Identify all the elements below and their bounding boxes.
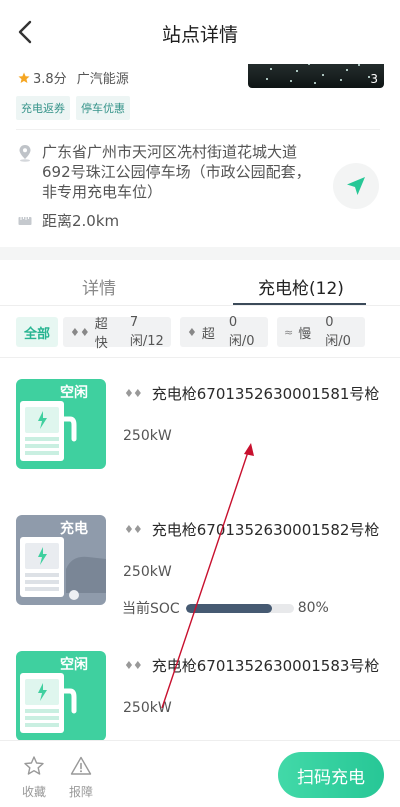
divider [0, 357, 400, 358]
soc-label: 当前SOC [122, 601, 180, 617]
navigate-button[interactable] [333, 163, 379, 209]
location-pin-icon [19, 145, 31, 162]
tab-bar: 详情 充电枪(12) [0, 260, 400, 306]
slow-icon: ≈ [284, 325, 294, 339]
ruler-icon [18, 216, 32, 225]
star-outline-icon [24, 756, 44, 775]
filter-super[interactable]: ♦ 超 0闲/0 [180, 315, 268, 349]
filter-slow-count: 0闲/0 [325, 315, 351, 349]
gun-status: 充电 [60, 520, 88, 537]
navigate-arrow-icon [347, 177, 365, 195]
filter-row: 全部 ♦♦ 超快 7闲/12 ♦ 超 0闲/0 ≈ 慢 0闲/0 [16, 315, 365, 351]
divider [16, 129, 380, 130]
soc-progress-bar [185, 603, 294, 613]
favorite-button[interactable]: 收藏 [14, 755, 54, 800]
gun-card[interactable]: 充电 ♦♦ 充电枪6701352630001582号枪 250kW 当前SOC … [0, 515, 400, 635]
favorite-label: 收藏 [21, 785, 46, 799]
filter-super-label: 超 [201, 326, 215, 342]
gun-status: 空闲 [60, 384, 88, 401]
charger-charging-icon: 充电 [16, 515, 106, 605]
warning-icon [70, 756, 92, 775]
filter-all[interactable]: 全部 [16, 317, 58, 347]
tag-coupon: 充电返券 [16, 96, 70, 120]
report-label: 报障 [68, 785, 93, 799]
gun-power: 250kW [123, 564, 172, 580]
soc-progress-fill [185, 603, 273, 613]
ultra-fast-icon: ♦♦ [124, 659, 143, 672]
address-row: 广东省广州市天河区冼村街道花城大道692号珠江公园停车场（市政公园配套，非专用充… [18, 142, 318, 202]
star-icon [18, 72, 30, 83]
soc-row: 当前SOC 80% [122, 598, 329, 618]
filter-ultra-fast-count: 7闲/12 [129, 315, 164, 349]
rating-row: 3.8分 广汽能源 [18, 68, 129, 87]
tab-charging-guns[interactable]: 充电枪(12) [258, 274, 344, 299]
ultra-fast-icon: ♦♦ [124, 523, 143, 536]
filter-ultra-fast[interactable]: ♦♦ 超快 7闲/12 [63, 315, 171, 351]
gun-name-row: ♦♦ 充电枪6701352630001583号枪 [124, 655, 379, 676]
charger-idle-icon: 空闲 [16, 651, 106, 741]
brand-name: 广汽能源 [76, 72, 129, 87]
gun-power: 250kW [123, 700, 172, 716]
gun-name-row: ♦♦ 充电枪6701352630001581号枪 [124, 383, 379, 404]
distance-row: 距离2.0km [18, 210, 119, 231]
gun-name: 充电枪6701352630001581号枪 [151, 385, 380, 403]
gun-status: 空闲 [60, 656, 88, 673]
rating-value: 3.8分 [33, 72, 67, 87]
tag-list: 充电返券 停车优惠 [16, 96, 130, 120]
soc-value: 80% [297, 600, 329, 616]
filter-ultra-fast-label: 超快 [94, 317, 108, 351]
header: 站点详情 [0, 0, 400, 64]
bottom-bar: 收藏 报障 扫码充电 [0, 740, 400, 807]
distance-text: 距离2.0km [42, 212, 120, 230]
scan-to-charge-button[interactable]: 扫码充电 [278, 752, 384, 798]
gun-power: 250kW [123, 428, 172, 444]
filter-slow[interactable]: ≈ 慢 0闲/0 [277, 315, 365, 349]
report-button[interactable]: 报障 [61, 755, 101, 800]
ultra-fast-icon: ♦♦ [70, 325, 90, 339]
tab-detail[interactable]: 详情 [82, 274, 116, 299]
ultra-fast-icon: ♦♦ [124, 387, 143, 400]
gun-name: 充电枪6701352630001582号枪 [151, 521, 380, 539]
photo-count: 3 [370, 72, 378, 86]
active-tab-indicator [233, 303, 366, 305]
section-separator [0, 247, 400, 260]
filter-super-count: 0闲/0 [228, 315, 255, 349]
gun-name: 充电枪6701352630001583号枪 [151, 657, 380, 675]
station-address: 广东省广州市天河区冼村街道花城大道692号珠江公园停车场（市政公园配套，非专用充… [42, 143, 311, 201]
charger-idle-icon: 空闲 [16, 379, 106, 469]
filter-slow-label: 慢 [298, 326, 312, 342]
super-icon: ♦ [187, 325, 197, 339]
gun-name-row: ♦♦ 充电枪6701352630001582号枪 [124, 519, 379, 540]
page-title: 站点详情 [161, 24, 238, 46]
tag-parking: 停车优惠 [76, 96, 130, 120]
gun-card[interactable]: 空闲 ♦♦ 充电枪6701352630001581号枪 250kW [0, 379, 400, 499]
